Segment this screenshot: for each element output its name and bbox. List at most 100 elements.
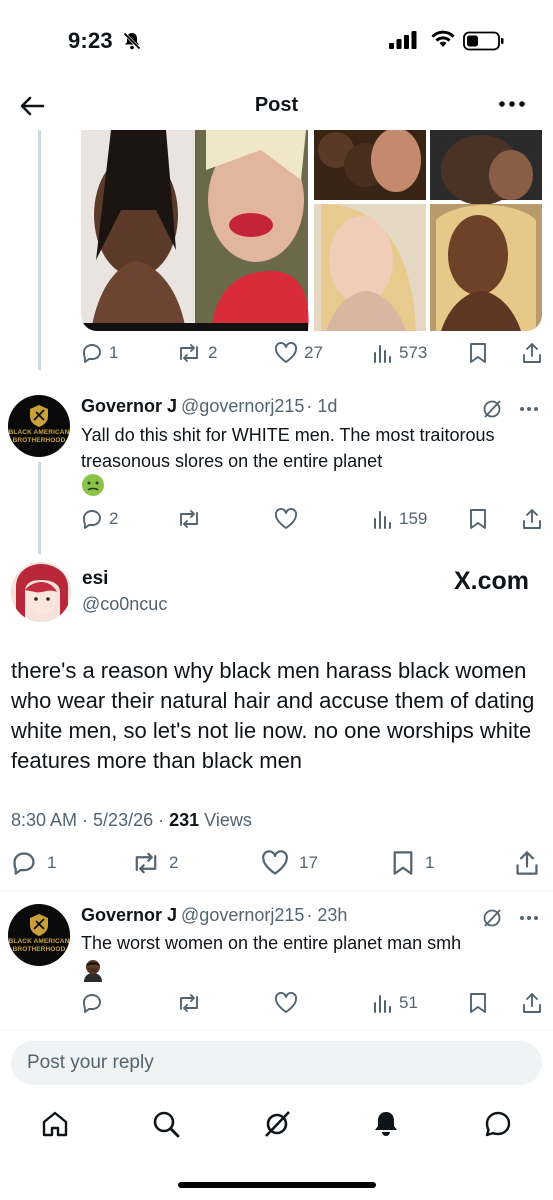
views-button[interactable]: 159 [371, 504, 427, 534]
author-name[interactable]: Governor J [81, 396, 177, 416]
reply-button[interactable]: 2 [81, 504, 118, 534]
avatar[interactable]: BLACK AMERICAN BROTHERHOOD [8, 904, 70, 966]
reply-button[interactable]: 1 [11, 848, 56, 878]
repost-button[interactable] [176, 504, 202, 534]
reply-header-icons [481, 907, 539, 929]
bookmark-icon [470, 343, 486, 363]
views-button[interactable]: 573 [371, 338, 427, 368]
bookmark-icon [470, 993, 486, 1013]
reply-button[interactable]: 1 [81, 338, 118, 368]
share-button[interactable] [521, 988, 543, 1018]
views-count: 51 [399, 993, 418, 1012]
share-icon [523, 993, 541, 1013]
views-button[interactable]: 51 [371, 988, 418, 1018]
post-age: · 1d [306, 396, 338, 416]
divider [0, 1030, 553, 1031]
post-actions: 1 2 17 1 [11, 848, 543, 878]
brotherhood-logo-icon [30, 405, 48, 427]
repost-icon [180, 510, 198, 528]
share-icon [523, 509, 541, 529]
avatar[interactable]: BLACK AMERICAN BROTHERHOOD [8, 395, 70, 457]
bookmark-button[interactable] [468, 338, 488, 368]
media-grid[interactable] [81, 130, 542, 331]
heart-icon [274, 992, 298, 1013]
tweet-actions: 51 [81, 988, 543, 1018]
cellular-signal-icon [389, 30, 419, 55]
reply-count: 1 [47, 853, 57, 872]
heart-icon [262, 850, 288, 875]
views-count: 573 [399, 343, 428, 362]
bell-muted-icon [122, 31, 142, 56]
author-name[interactable]: esi [82, 568, 108, 590]
grok-icon[interactable] [261, 1108, 293, 1140]
share-button[interactable] [521, 504, 543, 534]
man-facepalming-icon [81, 958, 105, 982]
repost-button[interactable]: 2 [176, 338, 217, 368]
repost-count: 2 [169, 853, 179, 872]
author-handle[interactable]: @governorj215 [181, 905, 304, 925]
avatar[interactable] [11, 562, 71, 622]
post-header: Post [0, 80, 553, 130]
reply-icon [83, 510, 101, 529]
post-meta: 8:30 AM · 5/23/26 · 231 Views [11, 810, 252, 830]
heart-icon [274, 508, 298, 529]
like-button[interactable]: 17 [261, 848, 318, 878]
avatar-text: BROTHERHOOD [12, 946, 66, 953]
reply-icon [13, 852, 35, 875]
grok-icon[interactable] [481, 398, 503, 420]
more-options-icon[interactable] [497, 94, 527, 114]
reply-header: Governor J @governorj215 · 23h [81, 905, 347, 926]
post-date: 5/23/26 [93, 810, 154, 830]
reply-text: Yall do this shit for WHITE men. The mos… [81, 425, 495, 471]
share-button[interactable] [521, 338, 543, 368]
reply-placeholder: Post your reply [27, 1052, 154, 1073]
tweet-actions: 1 2 27 573 [81, 338, 543, 368]
share-button[interactable] [514, 848, 540, 878]
views-count[interactable]: 231 [169, 810, 199, 830]
tweet-actions: 2 159 [81, 504, 543, 534]
post-text: there's a reason why black men harass bl… [11, 658, 535, 773]
reply-text: The worst women on the entire planet man… [81, 933, 462, 953]
share-icon [516, 851, 538, 875]
repost-button[interactable]: 2 [131, 848, 178, 878]
heart-icon [274, 342, 298, 363]
author-handle[interactable]: @governorj215 [181, 396, 304, 416]
like-button[interactable]: 27 [274, 338, 323, 368]
like-button[interactable] [274, 988, 298, 1018]
author-handle[interactable]: @co0ncuc [82, 594, 167, 615]
photo-collage[interactable] [81, 130, 542, 331]
status-bar: 9:23 [0, 0, 553, 80]
reply-icon [83, 994, 101, 1013]
post-time: 8:30 AM [11, 810, 78, 830]
grok-icon[interactable] [481, 907, 503, 929]
avatar-text: BLACK AMERICAN [8, 429, 70, 436]
repost-button[interactable] [176, 988, 202, 1018]
share-icon [523, 343, 541, 363]
reply-header: Governor J @governorj215 · 1d [81, 396, 337, 417]
messages-icon[interactable] [482, 1108, 514, 1140]
search-icon[interactable] [150, 1108, 182, 1140]
analytics-icon [374, 511, 391, 529]
bookmark-button[interactable]: 1 [391, 848, 434, 878]
like-button[interactable] [274, 504, 298, 534]
reply-button[interactable] [81, 988, 103, 1018]
more-options-icon[interactable] [519, 406, 539, 412]
notifications-icon[interactable] [370, 1108, 402, 1140]
bottom-tab-bar [0, 1100, 553, 1160]
bookmark-icon [393, 851, 413, 875]
wifi-icon [430, 29, 456, 54]
reply-input[interactable]: Post your reply [11, 1041, 542, 1085]
repost-icon [135, 852, 157, 874]
reply-count: 1 [109, 343, 119, 362]
bookmark-button[interactable] [468, 504, 488, 534]
avatar-text: BLACK AMERICAN [8, 938, 70, 945]
more-options-icon[interactable] [519, 915, 539, 921]
author-name[interactable]: Governor J [81, 905, 177, 925]
battery-icon [463, 31, 505, 56]
repost-count: 2 [208, 343, 218, 362]
bookmark-count: 1 [425, 853, 435, 872]
thread-line [38, 462, 41, 554]
like-count: 17 [299, 853, 318, 872]
bookmark-button[interactable] [468, 988, 488, 1018]
home-icon[interactable] [39, 1108, 71, 1140]
